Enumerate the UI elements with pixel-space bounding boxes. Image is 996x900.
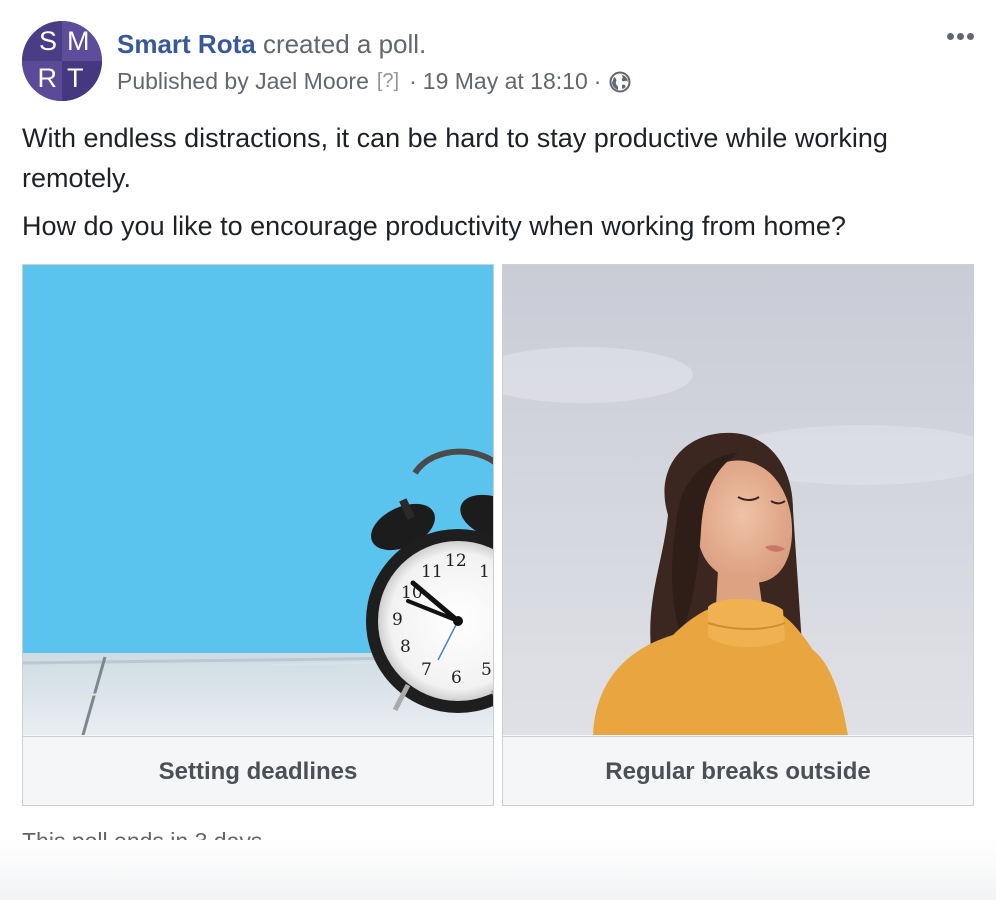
svg-text:6: 6 — [451, 668, 462, 688]
globe-icon[interactable] — [609, 70, 631, 93]
page-avatar[interactable]: S M R T — [22, 21, 102, 101]
meta-separator-2: · — [593, 68, 602, 94]
meta-separator: · — [409, 68, 417, 94]
more-options-icon[interactable] — [940, 22, 980, 50]
avatar-letter-s: S — [22, 21, 62, 61]
avatar-letter-r: R — [22, 61, 62, 101]
svg-text:7: 7 — [421, 660, 432, 680]
poll-post: S M R T Smart Rota created a poll. Publi… — [0, 0, 996, 900]
svg-text:12: 12 — [445, 551, 467, 571]
svg-text:11: 11 — [421, 562, 443, 582]
svg-text:1: 1 — [479, 562, 490, 582]
post-action-text: created a poll. — [262, 29, 427, 59]
help-marker[interactable]: [?] — [377, 66, 399, 96]
avatar-letter-m: M — [62, 21, 102, 61]
bottom-fade — [0, 840, 996, 900]
post-body: With endless distractions, it can be har… — [22, 118, 977, 254]
post-headline: Smart Rota created a poll. — [117, 28, 426, 60]
avatar-letter-t: T — [62, 61, 102, 101]
poll-option-label: Regular breaks outside — [503, 736, 973, 805]
page-name-link[interactable]: Smart Rota — [117, 29, 256, 59]
alarm-clock-photo: 12 11 10 9 8 7 6 5 1 — [23, 265, 493, 735]
poll-option-label: Setting deadlines — [23, 736, 493, 805]
svg-text:9: 9 — [392, 610, 403, 630]
post-timestamp[interactable]: 19 May at 18:10 — [423, 66, 588, 96]
poll-option-setting-deadlines[interactable]: 12 11 10 9 8 7 6 5 1 Setting deadlines — [22, 264, 494, 806]
published-by-text: Published by Jael Moore — [117, 68, 369, 94]
poll-option-regular-breaks-outside[interactable]: Regular breaks outside — [502, 264, 974, 806]
post-paragraph-2: How do you like to encourage productivit… — [22, 211, 846, 241]
post-paragraph-1: With endless distractions, it can be har… — [22, 123, 888, 193]
woman-outdoors-photo — [503, 265, 973, 735]
post-meta: Published by Jael Moore [?] · 19 May at … — [117, 66, 631, 96]
svg-text:5: 5 — [481, 660, 492, 680]
svg-text:8: 8 — [400, 637, 411, 657]
